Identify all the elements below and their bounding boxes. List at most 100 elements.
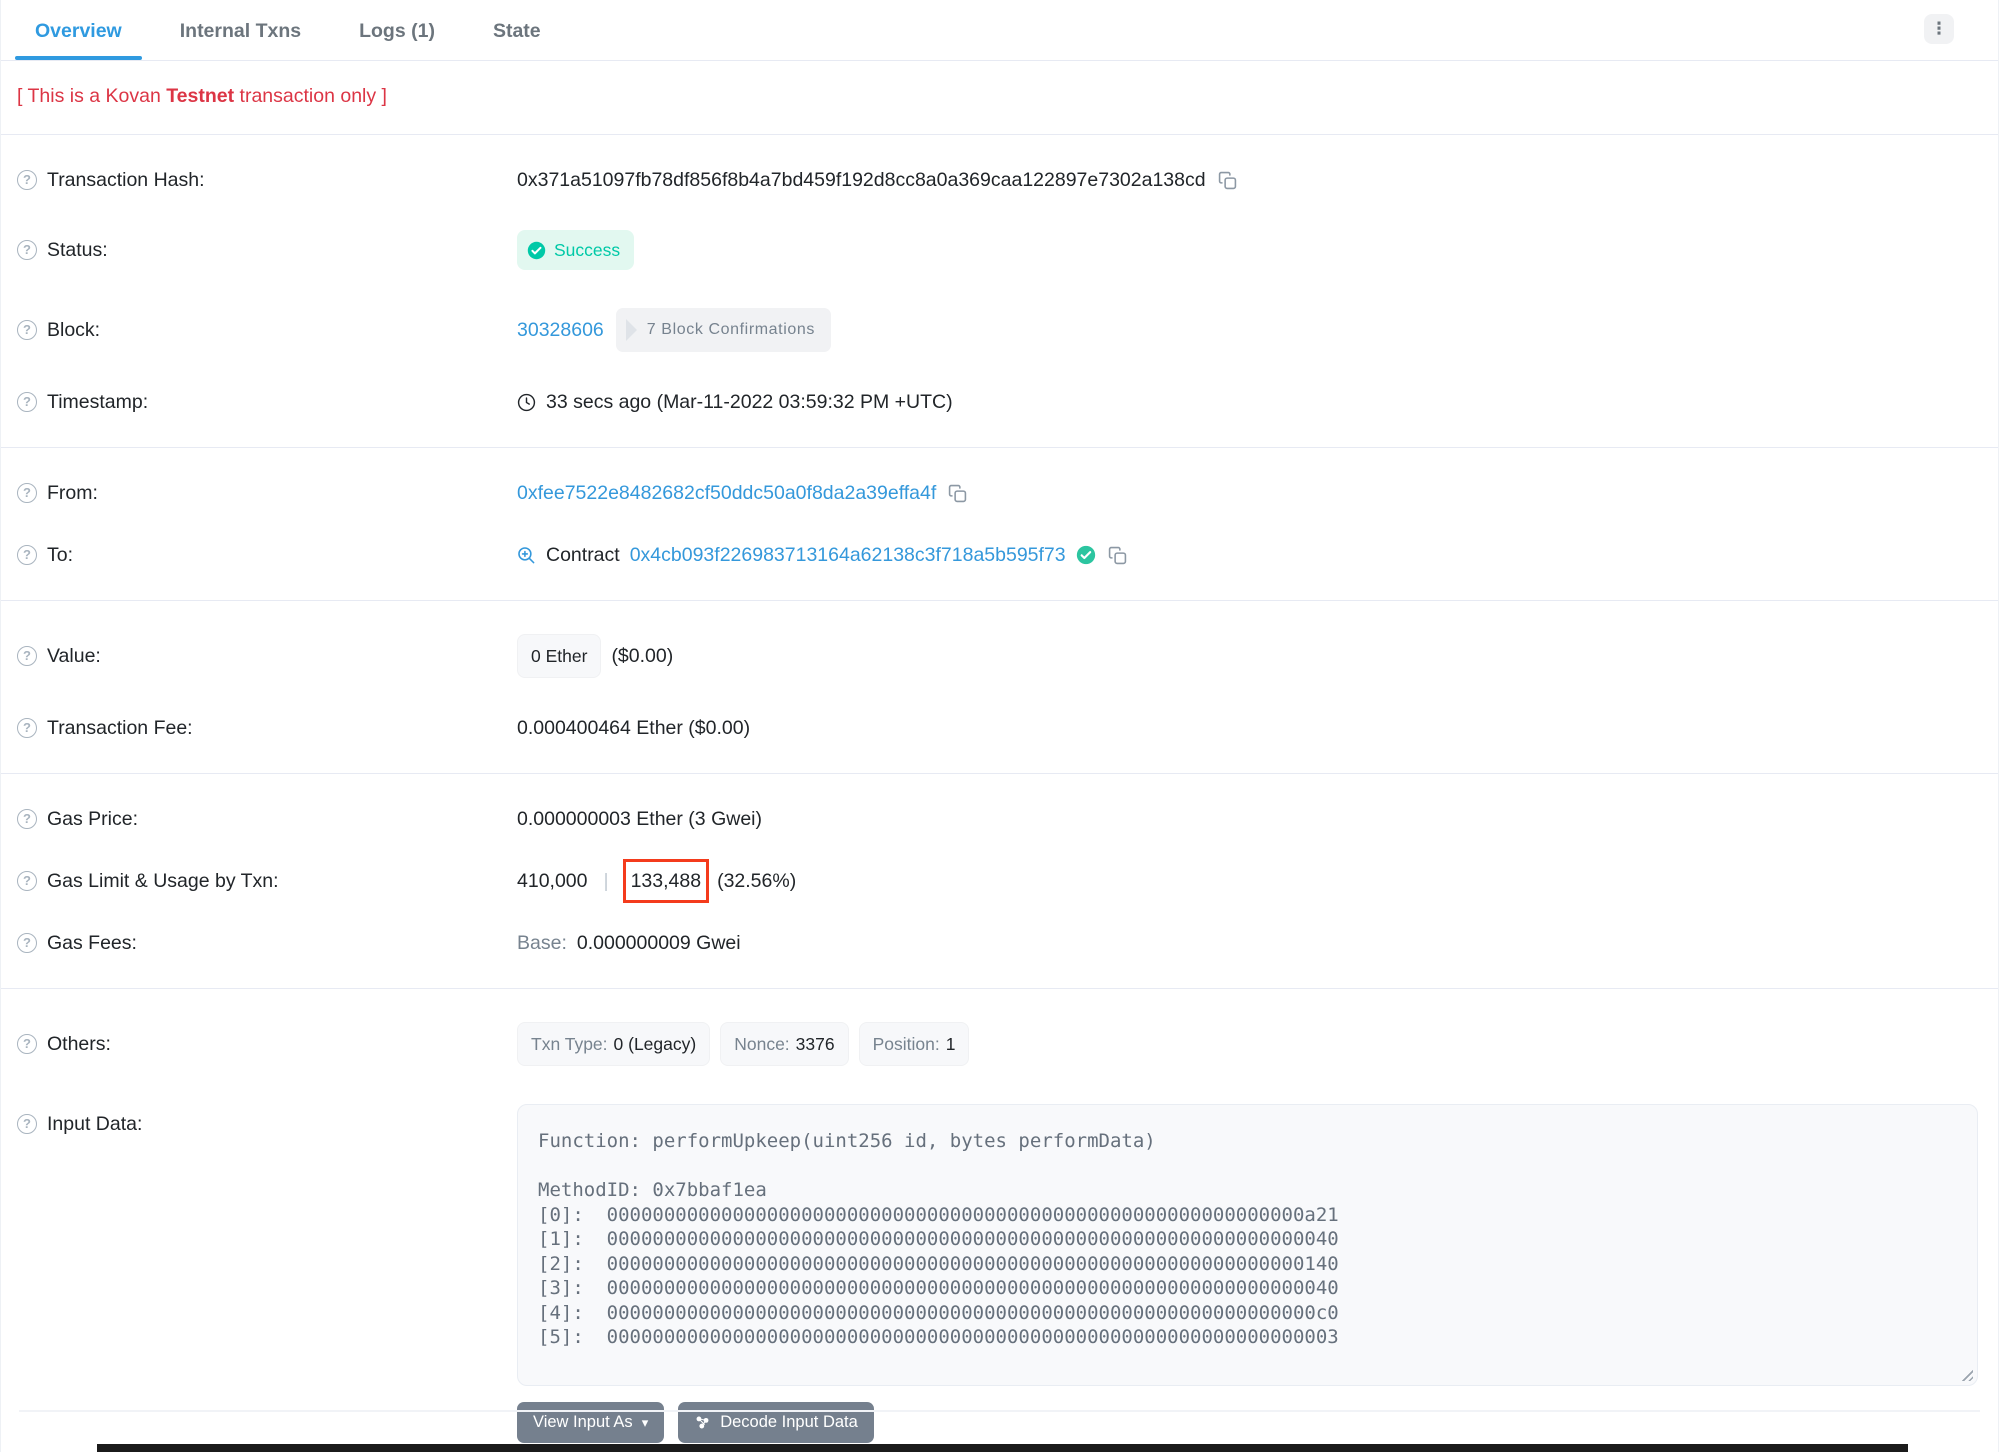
- position-key: Position:: [872, 1034, 940, 1054]
- copy-icon[interactable]: [1106, 546, 1129, 565]
- transaction-detail-page: Overview Internal Txns Logs (1) State ⋮ …: [0, 0, 1999, 1452]
- tab-overview[interactable]: Overview: [15, 2, 142, 60]
- notice-prefix: [ This is a Kovan: [17, 85, 167, 107]
- help-icon[interactable]: ?: [17, 809, 37, 829]
- block-label: Block:: [47, 319, 101, 341]
- decode-label: Decode Input Data: [720, 1413, 858, 1431]
- gas-price-value: 0.000000003 Ether (3 Gwei): [517, 808, 762, 830]
- resize-handle[interactable]: [1959, 1367, 1973, 1381]
- status-badge: Success: [517, 230, 635, 270]
- row-timestamp: ? Timestamp: 33 secs ago (Mar-11-2022 03…: [1, 371, 1998, 433]
- nonce-key: Nonce:: [734, 1034, 790, 1054]
- row-value: ? Value: 0 Ether ($0.00): [1, 615, 1998, 697]
- gas-fees-label: Gas Fees:: [47, 932, 137, 954]
- gas-used-value: 133,488: [630, 870, 702, 892]
- notice-bold: Testnet: [166, 85, 235, 107]
- transaction-hash-label: Transaction Hash:: [47, 169, 205, 191]
- gas-limit-separator: |: [603, 870, 609, 892]
- row-gas-price: ? Gas Price: 0.000000003 Ether (3 Gwei): [1, 788, 1998, 850]
- help-icon[interactable]: ?: [17, 646, 37, 666]
- help-icon[interactable]: ?: [17, 933, 37, 953]
- txn-type-value: 0 (Legacy): [613, 1034, 697, 1054]
- row-input-data: ? Input Data: Function: performUpkeep(ui…: [1, 1085, 1998, 1452]
- status-text: Success: [554, 240, 621, 260]
- from-label: From:: [47, 482, 98, 504]
- nonce-value: 3376: [795, 1034, 835, 1054]
- help-icon[interactable]: ?: [17, 545, 37, 565]
- row-status: ? Status: Success: [1, 211, 1998, 289]
- tab-logs[interactable]: Logs (1): [339, 2, 455, 59]
- input-data-textarea[interactable]: Function: performUpkeep(uint256 id, byte…: [517, 1104, 1978, 1386]
- gas-fees-base-value: 0.000000009 Gwei: [576, 932, 741, 954]
- gas-limit-label: Gas Limit & Usage by Txn:: [47, 870, 279, 892]
- view-input-as-button[interactable]: View Input As ▾: [517, 1402, 665, 1443]
- help-icon[interactable]: ?: [17, 392, 37, 412]
- annotation-red-box: 133,488: [622, 859, 710, 903]
- copy-icon[interactable]: [1216, 171, 1239, 190]
- gas-price-label: Gas Price:: [47, 808, 139, 830]
- gas-limit-value: 410,000: [517, 870, 588, 892]
- gas-used-percent: (32.56%): [717, 870, 797, 892]
- position-value: 1: [945, 1034, 956, 1054]
- input-data-label: Input Data:: [47, 1113, 143, 1135]
- to-address-link[interactable]: 0x4cb093f226983713164a62138c3f718a5b595f…: [630, 543, 1066, 567]
- row-gas-fees: ? Gas Fees: Base: 0.000000009 Gwei: [1, 912, 1998, 974]
- section-value-fee: ? Value: 0 Ether ($0.00) ? Transaction F…: [1, 600, 1998, 773]
- check-circle-icon: [527, 241, 546, 259]
- others-label: Others:: [47, 1033, 111, 1055]
- transaction-fee-value: 0.000400464 Ether ($0.00): [517, 717, 751, 739]
- tab-internal-txns[interactable]: Internal Txns: [160, 2, 321, 59]
- clock-icon: [517, 393, 536, 411]
- chevron-right-icon: [625, 319, 637, 341]
- from-address-link[interactable]: 0xfee7522e8482682cf50ddc50a0f8da2a39effa…: [517, 481, 936, 505]
- value-label: Value:: [47, 645, 101, 667]
- testnet-notice: [ This is a Kovan Testnet transaction on…: [1, 61, 1998, 135]
- row-others: ? Others: Txn Type: 0 (Legacy) Nonce: 33…: [1, 1003, 1998, 1085]
- txn-type-key: Txn Type:: [531, 1034, 608, 1054]
- section-gas: ? Gas Price: 0.000000003 Ether (3 Gwei) …: [1, 773, 1998, 988]
- to-label: To:: [47, 544, 74, 566]
- row-block: ? Block: 30328606 7 Block Confirmations: [1, 289, 1998, 371]
- magnifier-plus-icon[interactable]: [517, 546, 536, 565]
- status-label: Status:: [47, 239, 108, 261]
- section-overview-top: ? Transaction Hash: 0x371a51097fb78df856…: [1, 135, 1998, 447]
- row-transaction-fee: ? Transaction Fee: 0.000400464 Ether ($0…: [1, 697, 1998, 759]
- value-amount-chip: 0 Ether: [517, 634, 602, 678]
- row-gas-limit-usage: ? Gas Limit & Usage by Txn: 410,000 | 13…: [1, 850, 1998, 912]
- timestamp-label: Timestamp:: [47, 391, 149, 413]
- help-icon[interactable]: ?: [17, 1114, 37, 1134]
- block-confirmations-text: 7 Block Confirmations: [646, 321, 815, 338]
- row-to: ? To: Contract 0x4cb093f226983713164a621…: [1, 524, 1998, 586]
- help-icon[interactable]: ?: [17, 1034, 37, 1054]
- notice-suffix: transaction only ]: [234, 85, 387, 107]
- help-icon[interactable]: ?: [17, 718, 37, 738]
- bottom-divider: [19, 1410, 1980, 1412]
- help-icon[interactable]: ?: [17, 483, 37, 503]
- row-from: ? From: 0xfee7522e8482682cf50ddc50a0f8da…: [1, 462, 1998, 524]
- block-number-link[interactable]: 30328606: [517, 318, 604, 342]
- help-icon[interactable]: ?: [17, 320, 37, 340]
- transaction-fee-label: Transaction Fee:: [47, 717, 193, 739]
- copy-icon[interactable]: [946, 484, 969, 503]
- help-icon[interactable]: ?: [17, 871, 37, 891]
- transaction-hash-value: 0x371a51097fb78df856f8b4a7bd459f192d8cc8…: [517, 169, 1206, 191]
- to-kind-text: Contract: [546, 544, 620, 566]
- section-addresses: ? From: 0xfee7522e8482682cf50ddc50a0f8da…: [1, 447, 1998, 600]
- help-icon[interactable]: ?: [17, 170, 37, 190]
- kebab-icon: ⋮: [1930, 19, 1948, 38]
- timestamp-value: 33 secs ago (Mar-11-2022 03:59:32 PM +UT…: [546, 391, 953, 413]
- block-confirmations-badge: 7 Block Confirmations: [615, 308, 831, 352]
- caret-down-icon: ▾: [641, 1414, 649, 1430]
- decode-input-data-button[interactable]: Decode Input Data: [678, 1402, 874, 1443]
- row-transaction-hash: ? Transaction Hash: 0x371a51097fb78df856…: [1, 149, 1998, 211]
- nonce-chip: Nonce: 3376: [720, 1022, 849, 1066]
- value-usd: ($0.00): [611, 645, 674, 667]
- gas-fees-base-label: Base:: [517, 932, 567, 954]
- section-others-input: ? Others: Txn Type: 0 (Legacy) Nonce: 33…: [1, 988, 1998, 1452]
- txn-type-chip: Txn Type: 0 (Legacy): [517, 1022, 711, 1066]
- position-chip: Position: 1: [858, 1022, 970, 1066]
- verified-check-icon: [1076, 545, 1095, 565]
- help-icon[interactable]: ?: [17, 240, 37, 260]
- kebab-menu-button[interactable]: ⋮: [1924, 14, 1954, 44]
- tab-state[interactable]: State: [473, 2, 561, 59]
